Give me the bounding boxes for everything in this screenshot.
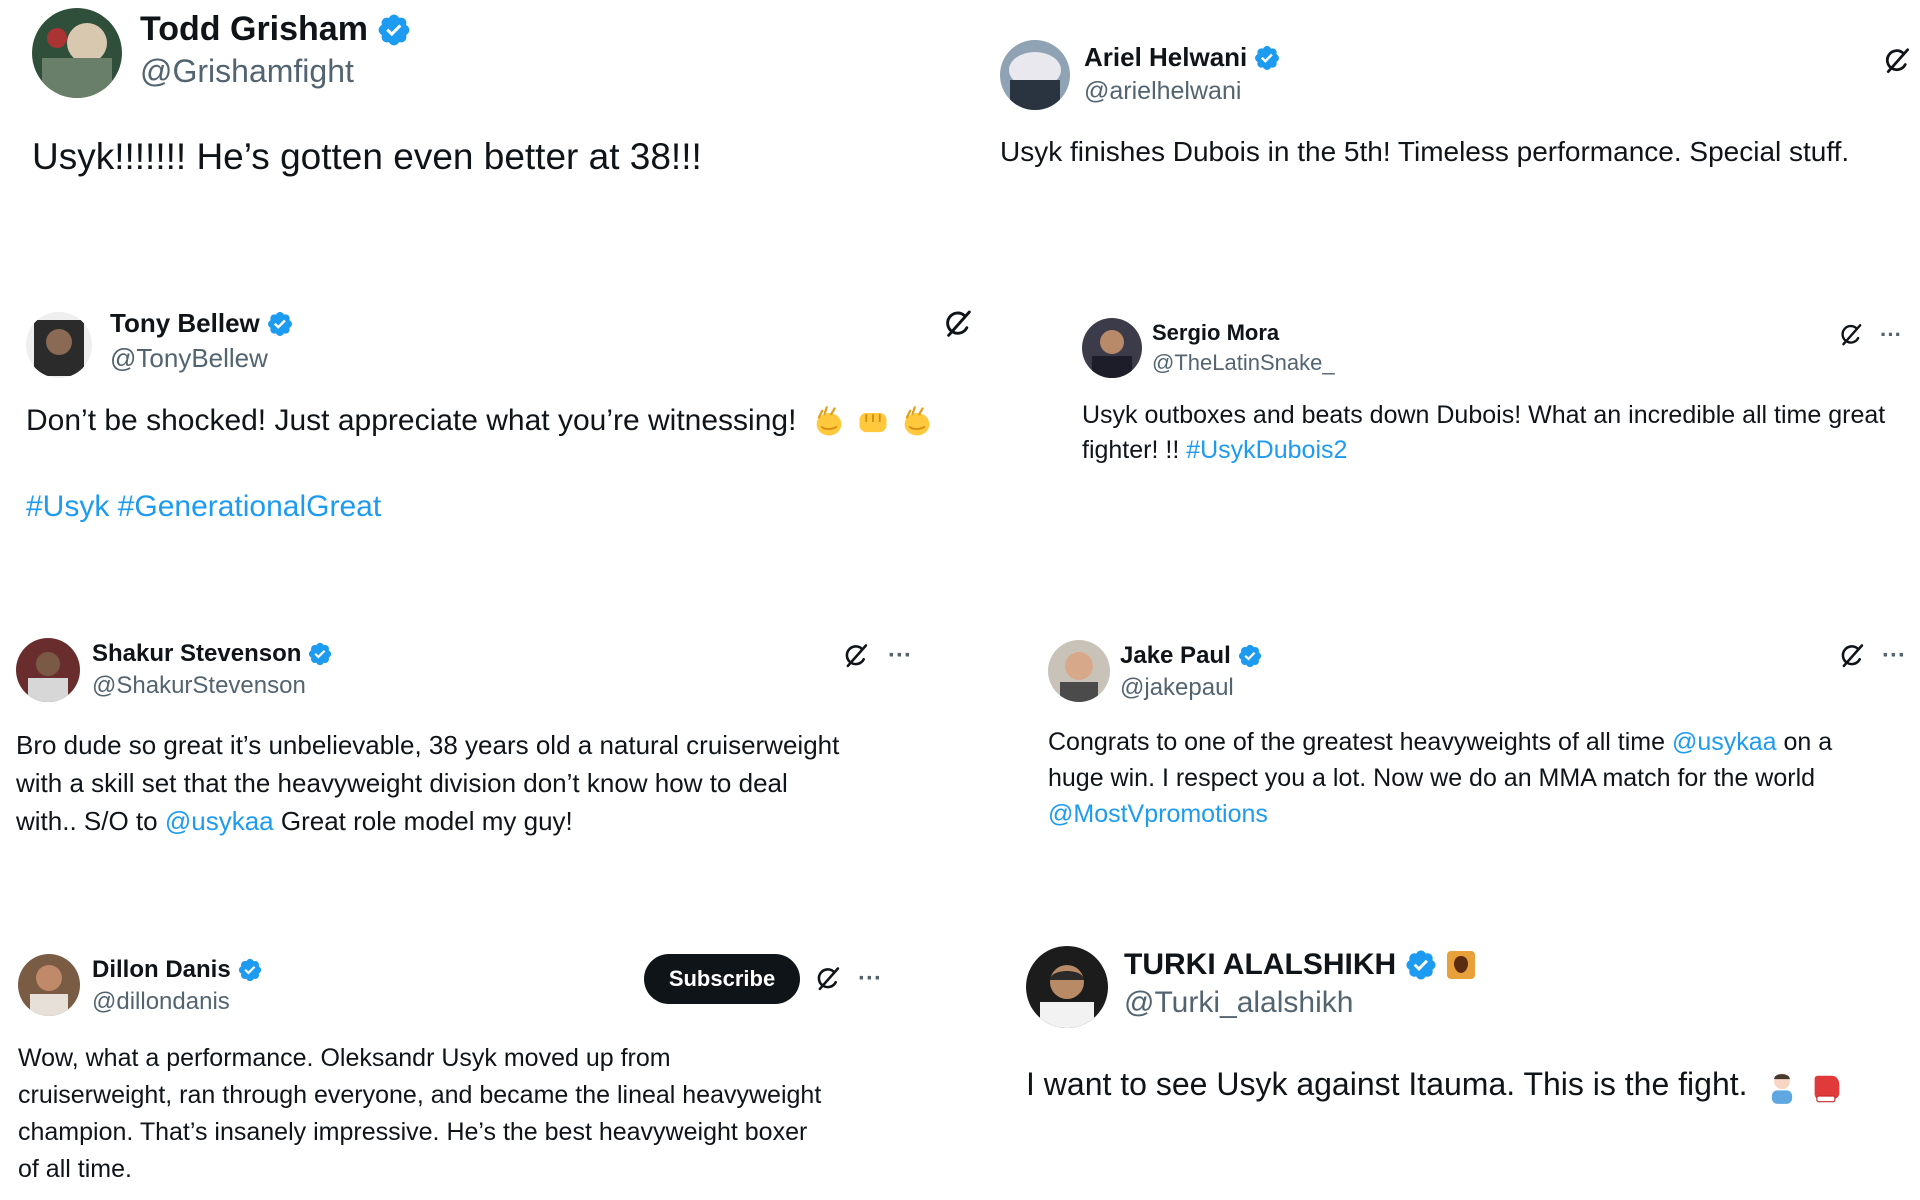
tweet-ariel-helwani: Ariel Helwani @arielhelwani Usyk finishe… bbox=[1000, 36, 1912, 186]
clapping-hands-emoji bbox=[899, 404, 935, 440]
display-name[interactable]: Sergio Mora bbox=[1152, 320, 1279, 346]
verified-badge-icon bbox=[266, 310, 294, 338]
avatar[interactable] bbox=[18, 954, 80, 1016]
mention-link[interactable]: @MostVpromotions bbox=[1048, 796, 1832, 832]
user-handle[interactable]: @jakepaul bbox=[1120, 674, 1263, 702]
more-icon[interactable]: ··· bbox=[888, 644, 912, 668]
display-name[interactable]: Todd Grisham bbox=[140, 10, 368, 49]
tweet-text: Usyk!!!!!!! He’s gotten even better at 3… bbox=[32, 136, 702, 177]
verified-badge-icon bbox=[376, 12, 412, 48]
tweet-tony-bellew: Tony Bellew @TonyBellew Don’t be shocked… bbox=[26, 306, 976, 536]
display-name[interactable]: Tony Bellew bbox=[110, 308, 260, 339]
verified-badge-icon bbox=[307, 641, 333, 667]
hashtag[interactable]: #UsykDubois2 bbox=[1186, 436, 1347, 464]
display-name[interactable]: Dillon Danis bbox=[92, 956, 231, 984]
tweet-text-line: on a bbox=[1783, 728, 1833, 756]
hashtags[interactable]: #Usyk #GenerationalGreat bbox=[26, 490, 381, 524]
tweet-text-line: cruiserweight, ran through everyone, and… bbox=[18, 1081, 822, 1109]
clapping-hands-emoji bbox=[811, 404, 847, 440]
user-handle[interactable]: @TheLatinSnake_ bbox=[1152, 350, 1335, 376]
display-name[interactable]: Shakur Stevenson bbox=[92, 640, 301, 668]
tweet-text: Usyk finishes Dubois in the 5th! Timeles… bbox=[1000, 136, 1850, 167]
user-handle[interactable]: @TonyBellew bbox=[110, 343, 294, 374]
boxing-glove-emoji bbox=[1809, 1069, 1845, 1105]
grok-icon[interactable] bbox=[814, 965, 842, 993]
avatar[interactable] bbox=[32, 8, 122, 98]
grok-icon[interactable] bbox=[1838, 642, 1866, 670]
tweet-text-line: Wow, what a performance. Oleksandr Usyk … bbox=[18, 1044, 671, 1072]
man-emoji bbox=[1764, 1069, 1800, 1105]
fist-emoji bbox=[855, 404, 891, 440]
tweet-text-line: Great role model my guy! bbox=[280, 806, 573, 836]
tweet-text-line: with a skill set that the heavyweight di… bbox=[16, 768, 788, 798]
avatar[interactable] bbox=[16, 638, 80, 702]
avatar[interactable] bbox=[1026, 946, 1108, 1028]
tweet-text: I want to see Usyk against Itauma. This … bbox=[1026, 1066, 1748, 1102]
user-handle[interactable]: @arielhelwani bbox=[1084, 77, 1281, 106]
grok-icon[interactable] bbox=[1838, 322, 1864, 348]
display-name[interactable]: Ariel Helwani bbox=[1084, 42, 1247, 73]
more-icon[interactable]: ··· bbox=[858, 967, 882, 991]
tweet-todd-grisham: Todd Grisham @Grishamfight Usyk!!!!!!! H… bbox=[32, 8, 932, 208]
verified-badge-icon bbox=[1253, 44, 1281, 72]
verified-badge-icon bbox=[237, 957, 263, 983]
tweet-dillon-danis: Dillon Danis @dillondanis Subscribe ··· … bbox=[18, 954, 918, 1194]
display-name[interactable]: TURKI ALALSHIKH bbox=[1124, 948, 1396, 982]
user-handle[interactable]: @Grishamfight bbox=[140, 53, 412, 90]
user-handle[interactable]: @Turki_alalshikh bbox=[1124, 986, 1476, 1020]
display-name[interactable]: Jake Paul bbox=[1120, 642, 1231, 670]
verified-badge-icon bbox=[1404, 948, 1438, 982]
tweet-text-line: Congrats to one of the greatest heavywei… bbox=[1048, 728, 1666, 756]
more-icon[interactable]: ··· bbox=[1882, 644, 1906, 668]
grok-icon[interactable] bbox=[1882, 46, 1912, 76]
user-handle[interactable]: @dillondanis bbox=[92, 988, 263, 1016]
tweet-text-line: huge win. I respect you a lot. Now we do… bbox=[1048, 764, 1816, 792]
tweet-text: Don’t be shocked! Just appreciate what y… bbox=[26, 404, 797, 437]
affiliate-badge-icon bbox=[1446, 950, 1476, 980]
avatar[interactable] bbox=[1000, 40, 1070, 110]
mention-link[interactable]: @usykaa bbox=[165, 806, 274, 836]
grok-icon[interactable] bbox=[942, 308, 974, 340]
more-icon[interactable]: ··· bbox=[1880, 324, 1902, 346]
tweet-text-line: Bro dude so great it’s unbelievable, 38 … bbox=[16, 730, 840, 760]
avatar[interactable] bbox=[26, 312, 92, 378]
grok-icon[interactable] bbox=[842, 642, 870, 670]
tweet-jake-paul: Jake Paul @jakepaul ··· Congrats to one … bbox=[1048, 640, 1912, 840]
tweet-text-line: of all time. bbox=[18, 1155, 132, 1183]
tweet-sergio-mora: Sergio Mora @TheLatinSnake_ ··· Usyk out… bbox=[1082, 318, 1912, 478]
verified-badge-icon bbox=[1237, 643, 1263, 669]
tweet-text-line: with.. S/O to bbox=[16, 806, 158, 836]
subscribe-button[interactable]: Subscribe bbox=[644, 954, 800, 1004]
avatar[interactable] bbox=[1048, 640, 1110, 702]
avatar[interactable] bbox=[1082, 318, 1142, 378]
user-handle[interactable]: @ShakurStevenson bbox=[92, 672, 333, 700]
tweet-shakur-stevenson: Shakur Stevenson @ShakurStevenson ··· Br… bbox=[16, 638, 936, 848]
tweet-text-line: champion. That’s insanely impressive. He… bbox=[18, 1118, 808, 1146]
tweet-turki-alalshikh: TURKI ALALSHIKH @Turki_alalshikh I want … bbox=[1026, 946, 1912, 1116]
mention-link[interactable]: @usykaa bbox=[1672, 728, 1777, 756]
